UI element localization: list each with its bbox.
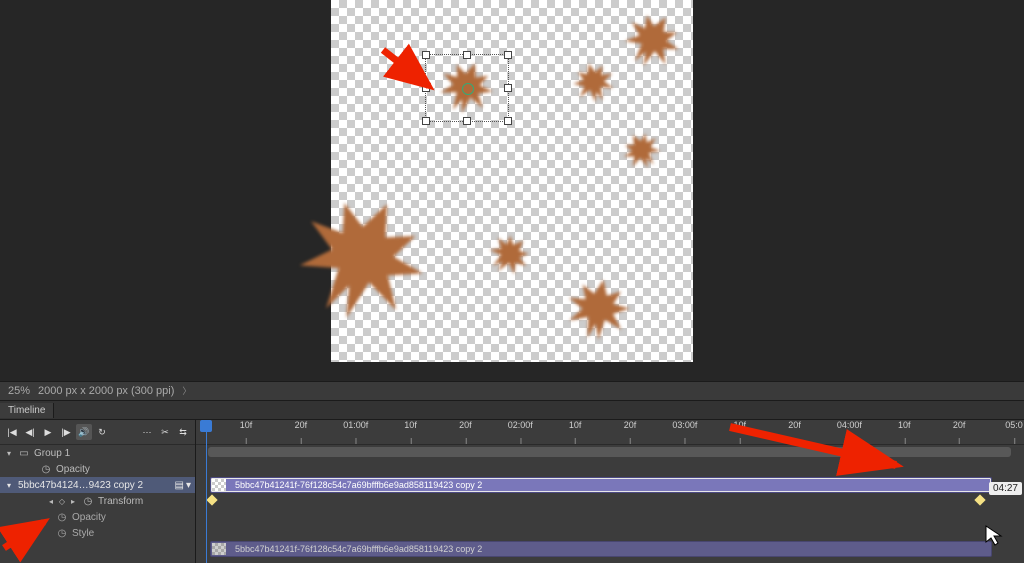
split-button[interactable]: ✂ — [157, 424, 173, 440]
leaf-large — [291, 190, 431, 330]
timeline-panel: Timeline |◀ ◀| ▶ |▶ 🔊 ↻ ⋯ ✂ ⇆ ▾ ▭ Group … — [0, 401, 1024, 563]
keyframe-nav[interactable]: ◂◇▸ — [46, 497, 78, 506]
stopwatch-icon[interactable]: ◷ — [56, 512, 68, 523]
transition-button[interactable]: ⇆ — [175, 424, 191, 440]
stopwatch-icon[interactable]: ◷ — [82, 496, 94, 507]
prev-frame-button[interactable]: ◀| — [22, 424, 38, 440]
layer-label: 5bbc47b4124…9423 copy 2 — [18, 480, 171, 491]
status-bar: 25% 2000 px x 2000 px (300 ppi) 〉 — [0, 381, 1024, 401]
caret-down-icon[interactable]: ▾ — [4, 481, 14, 490]
document-info: 2000 px x 2000 px (300 ppi) — [38, 382, 174, 400]
audio-toggle-button[interactable]: 🔊 — [76, 424, 92, 440]
timeline-layer-column: |◀ ◀| ▶ |▶ 🔊 ↻ ⋯ ✂ ⇆ ▾ ▭ Group 1 ◷ — [0, 420, 196, 563]
clip-track[interactable]: 5bbc47b41241f-76f128c54c7a69bfffb6e9ad85… — [196, 540, 1024, 556]
clip-label: 5bbc47b41241f-76f128c54c7a69bfffb6e9ad85… — [235, 544, 482, 554]
leaf — [621, 130, 663, 172]
chevron-right-icon[interactable]: 〉 — [182, 382, 191, 400]
leaf — [621, 10, 683, 72]
work-area-bar[interactable] — [208, 447, 1011, 457]
timeline-tracks-area[interactable]: 10f 20f 01:00f 10f 20f 02:00f 10f 20f 03:00f 10f 2… — [196, 420, 1024, 563]
ruler-tick: 10f — [898, 420, 911, 444]
ruler-tick: 04:00f — [837, 420, 862, 444]
playhead[interactable] — [206, 420, 207, 563]
folder-icon: ▭ — [18, 448, 30, 459]
keyframe-track[interactable] — [196, 492, 1024, 508]
ruler-tick: 10f — [404, 420, 417, 444]
work-area-track[interactable] — [196, 444, 1024, 460]
artboard[interactable] — [331, 0, 693, 362]
leaf-selected[interactable] — [436, 58, 496, 118]
keyframe-diamond-icon[interactable] — [206, 494, 217, 505]
ruler-tick: 02:00f — [508, 420, 533, 444]
annotation-arrow-icon — [379, 46, 449, 109]
time-ruler[interactable]: 10f 20f 01:00f 10f 20f 02:00f 10f 20f 03:00f 10f 2… — [196, 420, 1024, 445]
clip-thumbnail — [212, 543, 226, 555]
keyframe-diamond-icon[interactable] — [974, 494, 985, 505]
ruler-tick: 01:00f — [343, 420, 368, 444]
ruler-tick: 20f — [953, 420, 966, 444]
canvas-area[interactable] — [0, 0, 1024, 381]
clip-label: 5bbc47b41241f-76f128c54c7a69bfffb6e9ad85… — [235, 480, 482, 490]
loop-button[interactable]: ↻ — [94, 424, 110, 440]
ruler-tick: 20f — [295, 420, 308, 444]
chevron-down-icon[interactable]: ▾ — [186, 480, 191, 491]
options-button[interactable]: ⋯ — [139, 424, 155, 440]
layer-menu-icon[interactable]: ▤ — [175, 480, 184, 491]
play-button[interactable]: ▶ — [40, 424, 56, 440]
caret-down-icon[interactable]: ▾ — [4, 449, 14, 458]
zoom-level[interactable]: 25% — [8, 382, 30, 400]
layer-row-selected[interactable]: ▾ 5bbc47b4124…9423 copy 2 ▤ ▾ — [0, 477, 195, 493]
selection-bounding-box[interactable] — [425, 54, 509, 122]
ruler-tick: 20f — [624, 420, 637, 444]
clip-track[interactable]: 5bbc47b41241f-76f128c54c7a69bfffb6e9ad85… — [196, 476, 1024, 492]
ruler-tick: 05:0 — [1005, 420, 1023, 444]
video-clip[interactable]: 5bbc47b41241f-76f128c54c7a69bfffb6e9ad85… — [210, 541, 992, 557]
style-row[interactable]: ◷ Style — [0, 525, 195, 541]
ruler-tick: 10f — [733, 420, 746, 444]
first-frame-button[interactable]: |◀ — [4, 424, 20, 440]
stopwatch-icon[interactable]: ◷ — [56, 528, 68, 539]
ruler-tick: 10f — [240, 420, 253, 444]
leaf — [563, 275, 633, 345]
next-frame-button[interactable]: |▶ — [58, 424, 74, 440]
timecode-tooltip: 04:27 — [989, 482, 1022, 495]
group-label: Group 1 — [34, 448, 191, 459]
leaf — [486, 232, 532, 278]
leaf — [571, 60, 617, 106]
ruler-tick: 20f — [788, 420, 801, 444]
group-row[interactable]: ▾ ▭ Group 1 — [0, 445, 195, 461]
ruler-tick: 03:00f — [672, 420, 697, 444]
group-opacity-row[interactable]: ◷ Opacity — [0, 461, 195, 477]
transform-row[interactable]: ◂◇▸ ◷ Transform — [0, 493, 195, 509]
playhead-handle-icon[interactable] — [200, 420, 212, 432]
clip-thumbnail — [212, 479, 226, 491]
playback-controls: |◀ ◀| ▶ |▶ 🔊 ↻ ⋯ ✂ ⇆ — [0, 420, 195, 445]
ruler-tick: 20f — [459, 420, 472, 444]
tab-timeline[interactable]: Timeline — [0, 403, 54, 418]
ruler-tick: 10f — [569, 420, 582, 444]
panel-tab-bar: Timeline — [0, 401, 1024, 420]
stopwatch-icon[interactable]: ◷ — [40, 464, 52, 475]
opacity-row[interactable]: ◷ Opacity — [0, 509, 195, 525]
video-clip-selected[interactable]: 5bbc47b41241f-76f128c54c7a69bfffb6e9ad85… — [210, 477, 992, 493]
